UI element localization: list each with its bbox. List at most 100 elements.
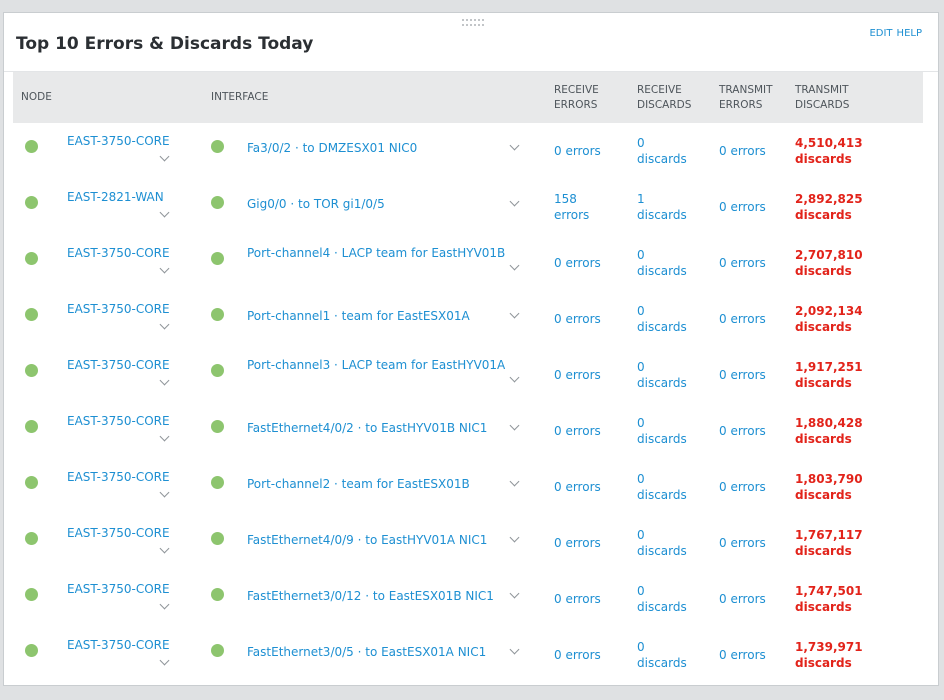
receive-errors-value[interactable]: 0 errors (554, 536, 601, 550)
receive-discards-value[interactable]: discards (637, 544, 687, 558)
chevron-down-icon[interactable] (509, 420, 520, 431)
receive-discards-value[interactable]: 0 (637, 304, 645, 318)
chevron-down-icon[interactable] (509, 372, 520, 383)
transmit-errors-value[interactable]: 0 errors (719, 256, 766, 270)
transmit-discards-value[interactable]: discards (795, 320, 852, 334)
receive-discards-value[interactable]: discards (637, 208, 687, 222)
drag-handle[interactable] (462, 19, 486, 27)
receive-discards-value[interactable]: 0 (637, 136, 645, 150)
receive-discards-value[interactable]: discards (637, 432, 687, 446)
transmit-discards-value[interactable]: discards (795, 544, 852, 558)
receive-errors-value[interactable]: errors (554, 208, 589, 222)
node-link[interactable]: EAST-3750-CORE (67, 637, 170, 653)
interface-link[interactable]: FastEthernet4/0/2 · to EastHYV01B NIC1 (247, 420, 487, 436)
transmit-discards-value[interactable]: discards (795, 432, 852, 446)
col-interface[interactable]: INTERFACE (203, 72, 546, 123)
chevron-down-icon[interactable] (159, 431, 170, 442)
transmit-discards-value[interactable]: 2,092,134 (795, 304, 863, 318)
receive-discards-value[interactable]: discards (637, 320, 687, 334)
receive-discards-value[interactable]: discards (637, 600, 687, 614)
chevron-down-icon[interactable] (509, 196, 520, 207)
transmit-discards-value[interactable]: 1,880,428 (795, 416, 863, 430)
receive-errors-value[interactable]: 0 errors (554, 312, 601, 326)
chevron-down-icon[interactable] (159, 543, 170, 554)
node-link[interactable]: EAST-2821-WAN (67, 189, 164, 205)
transmit-errors-value[interactable]: 0 errors (719, 144, 766, 158)
node-link[interactable]: EAST-3750-CORE (67, 133, 170, 149)
transmit-errors-value[interactable]: 0 errors (719, 200, 766, 214)
interface-link[interactable]: FastEthernet3/0/12 · to EastESX01B NIC1 (247, 588, 494, 604)
receive-discards-value[interactable]: 0 (637, 528, 645, 542)
transmit-discards-value[interactable]: discards (795, 208, 852, 222)
transmit-discards-value[interactable]: discards (795, 376, 852, 390)
receive-errors-value[interactable]: 0 errors (554, 592, 601, 606)
receive-discards-value[interactable]: 0 (637, 584, 645, 598)
chevron-down-icon[interactable] (159, 375, 170, 386)
receive-errors-value[interactable]: 0 errors (554, 368, 601, 382)
receive-discards-value[interactable]: discards (637, 152, 687, 166)
interface-link[interactable]: Gig0/0 · to TOR gi1/0/5 (247, 196, 385, 212)
receive-discards-value[interactable]: discards (637, 376, 687, 390)
transmit-errors-value[interactable]: 0 errors (719, 480, 766, 494)
chevron-down-icon[interactable] (509, 588, 520, 599)
col-node[interactable]: NODE (13, 72, 203, 123)
receive-discards-value[interactable]: 0 (637, 360, 645, 374)
transmit-discards-value[interactable]: 2,892,825 (795, 192, 863, 206)
transmit-errors-value[interactable]: 0 errors (719, 424, 766, 438)
chevron-down-icon[interactable] (509, 644, 520, 655)
node-link[interactable]: EAST-3750-CORE (67, 301, 170, 317)
chevron-down-icon[interactable] (159, 319, 170, 330)
chevron-down-icon[interactable] (159, 599, 170, 610)
transmit-discards-value[interactable]: discards (795, 600, 852, 614)
transmit-errors-value[interactable]: 0 errors (719, 368, 766, 382)
chevron-down-icon[interactable] (159, 207, 170, 218)
receive-errors-value[interactable]: 0 errors (554, 144, 601, 158)
interface-link[interactable]: FastEthernet4/0/9 · to EastHYV01A NIC1 (247, 532, 487, 548)
transmit-discards-value[interactable]: discards (795, 152, 852, 166)
interface-link[interactable]: Port-channel3 · LACP team for EastHYV01A (247, 357, 505, 373)
transmit-discards-value[interactable]: 1,917,251 (795, 360, 863, 374)
col-receive-errors[interactable]: RECEIVE ERRORS (546, 72, 629, 123)
node-link[interactable]: EAST-3750-CORE (67, 413, 170, 429)
node-link[interactable]: EAST-3750-CORE (67, 245, 170, 261)
chevron-down-icon[interactable] (509, 260, 520, 271)
chevron-down-icon[interactable] (159, 487, 170, 498)
receive-discards-value[interactable]: 1 (637, 192, 645, 206)
transmit-discards-value[interactable]: discards (795, 264, 852, 278)
receive-discards-value[interactable]: 0 (637, 416, 645, 430)
interface-link[interactable]: Port-channel2 · team for EastESX01B (247, 476, 470, 492)
receive-discards-value[interactable]: 0 (637, 472, 645, 486)
transmit-discards-value[interactable]: 1,739,971 (795, 640, 863, 654)
node-link[interactable]: EAST-3750-CORE (67, 469, 170, 485)
col-receive-discards[interactable]: RECEIVE DISCARDS (629, 72, 711, 123)
receive-discards-value[interactable]: 0 (637, 248, 645, 262)
transmit-discards-value[interactable]: discards (795, 488, 852, 502)
col-transmit-discards[interactable]: TRANSMIT DISCARDS (787, 72, 923, 123)
node-link[interactable]: EAST-3750-CORE (67, 357, 170, 373)
interface-link[interactable]: Port-channel1 · team for EastESX01A (247, 308, 470, 324)
help-link[interactable]: HELP (897, 28, 922, 39)
interface-link[interactable]: Fa3/0/2 · to DMZESX01 NIC0 (247, 140, 417, 156)
chevron-down-icon[interactable] (509, 140, 520, 151)
receive-discards-value[interactable]: discards (637, 488, 687, 502)
chevron-down-icon[interactable] (509, 308, 520, 319)
transmit-discards-value[interactable]: 2,707,810 (795, 248, 863, 262)
transmit-discards-value[interactable]: 1,747,501 (795, 584, 863, 598)
transmit-discards-value[interactable]: 4,510,413 (795, 136, 863, 150)
chevron-down-icon[interactable] (159, 263, 170, 274)
receive-errors-value[interactable]: 0 errors (554, 256, 601, 270)
node-link[interactable]: EAST-3750-CORE (67, 581, 170, 597)
transmit-discards-value[interactable]: 1,803,790 (795, 472, 863, 486)
node-link[interactable]: EAST-3750-CORE (67, 525, 170, 541)
receive-errors-value[interactable]: 0 errors (554, 424, 601, 438)
transmit-discards-value[interactable]: 1,767,117 (795, 528, 863, 542)
receive-errors-value[interactable]: 0 errors (554, 648, 601, 662)
edit-link[interactable]: EDIT (869, 28, 892, 39)
receive-errors-value[interactable]: 0 errors (554, 480, 601, 494)
chevron-down-icon[interactable] (159, 655, 170, 666)
transmit-errors-value[interactable]: 0 errors (719, 648, 766, 662)
receive-discards-value[interactable]: discards (637, 656, 687, 670)
interface-link[interactable]: Port-channel4 · LACP team for EastHYV01B (247, 245, 505, 261)
transmit-errors-value[interactable]: 0 errors (719, 536, 766, 550)
receive-discards-value[interactable]: 0 (637, 640, 645, 654)
